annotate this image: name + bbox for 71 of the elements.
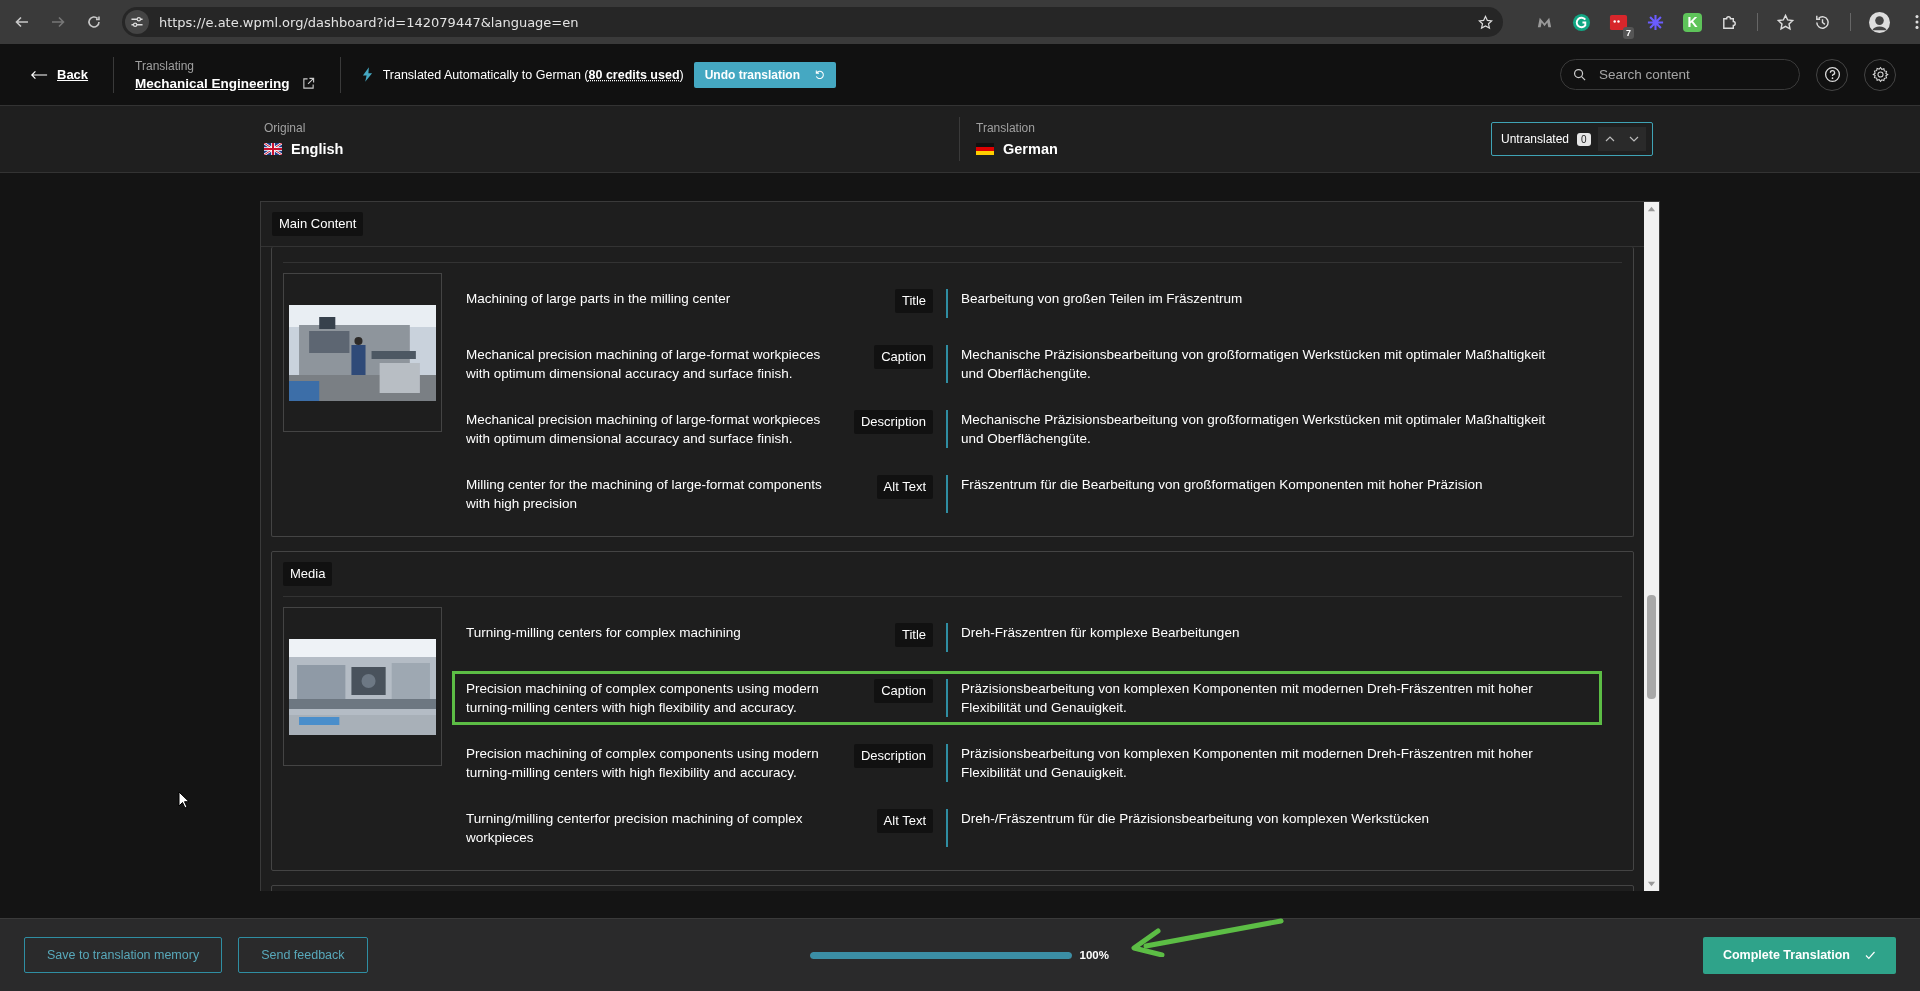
- translation-text[interactable]: Präzisionsbearbeitung von komplexen Komponenten mit modernen Dreh-Fräszentren mit hoher Flexibilität und Genauigkeit.: [948, 679, 1588, 717]
- flag-icon: [976, 143, 994, 155]
- field-label: Caption: [874, 345, 933, 369]
- source-text: Milling center for the machining of large-format components with high precision: [466, 476, 823, 513]
- target-language: German: [1003, 141, 1058, 157]
- source-text: Machining of large parts in the milling center: [466, 290, 732, 308]
- source-text: Turning/milling centerfor precision machining of complex workpieces: [466, 810, 804, 847]
- back-link[interactable]: Back: [30, 67, 89, 82]
- next-button[interactable]: [1621, 127, 1646, 151]
- source-language: English: [291, 141, 344, 157]
- site-settings-icon[interactable]: [124, 10, 149, 34]
- translation-text[interactable]: Fräszentrum für die Bearbeitung von großformatigen Komponenten mit hoher Präzision: [948, 475, 1588, 513]
- reload-icon[interactable]: [85, 14, 102, 30]
- address-bar[interactable]: https://e.ate.wpml.org/dashboard?id=142079447&language=en: [121, 7, 1503, 37]
- translation-text[interactable]: Mechanische Präzisionsbearbeitung von großformatigen Werkstücken mit optimaler Maßhaltigkeit und Oberflächengüte.: [948, 410, 1588, 448]
- help-icon: [1823, 66, 1841, 83]
- bookmarks-star-icon[interactable]: [1776, 12, 1795, 32]
- extension-icon[interactable]: [1572, 12, 1591, 32]
- field-label: Caption: [874, 679, 933, 703]
- translating-label: Translating: [135, 58, 195, 73]
- star-icon[interactable]: [1478, 14, 1493, 30]
- translation-text[interactable]: Bearbeitung von großen Teilen im Fräszentrum: [948, 289, 1588, 318]
- translation-status: Translated Automatically to German (80 credits used): [382, 67, 684, 82]
- source-text: Mechanical precision machining of large-format workpieces with optimum dimensional accuracy and surface finish.: [466, 346, 822, 383]
- extension-icon[interactable]: [1609, 12, 1628, 32]
- back-icon[interactable]: [14, 14, 30, 30]
- untranslated-label: Untranslated: [1501, 132, 1570, 146]
- feedback-button[interactable]: Send feedback: [238, 937, 368, 973]
- scrollbar[interactable]: [1644, 202, 1659, 891]
- translation-text[interactable]: Mechanische Präzisionsbearbeitung von großformatigen Werkstücken mit optimaler Maßhaltigkeit und Oberflächengüte.: [948, 345, 1588, 383]
- field-label: Title: [894, 623, 933, 647]
- project-link[interactable]: Mechanical Engineering: [135, 75, 290, 91]
- url-text: https://e.ate.wpml.org/dashboard?id=142079447&language=en: [158, 14, 580, 30]
- source-text: Turning-milling centers for complex machining: [466, 624, 742, 642]
- section-title: Main Content: [272, 212, 364, 236]
- translation-text[interactable]: Präzisionsbearbeitung von komplexen Komponenten mit modernen Dreh-Fräszentren mit hoher Flexibilität und Genauigkeit.: [948, 744, 1588, 782]
- untranslated-count: 0: [1577, 132, 1591, 146]
- previous-button[interactable]: [1597, 127, 1622, 151]
- translation-text[interactable]: Dreh-Fräszentren für komplexe Bearbeitungen: [948, 623, 1588, 652]
- field-label: Alt Text: [876, 475, 933, 499]
- source-text: Mechanical precision machining of large-format workpieces with optimum dimensional accuracy and surface finish.: [466, 411, 822, 448]
- search-field[interactable]: Search content: [1560, 59, 1800, 90]
- external-link-icon[interactable]: [301, 76, 315, 90]
- progress-percentage: 100%: [1079, 949, 1109, 961]
- field-label: Description: [853, 744, 933, 768]
- translation-row[interactable]: Turning/milling centerfor precision machining of complex workpieces Alt Text Dreh-/Fräszentrum für die Präzisionsbearbeitung von komplexen Werkstücken: [452, 801, 1602, 855]
- translation-text[interactable]: Dreh-/Fräszentrum für die Präzisionsbearbeitung von komplexen Werkstücken: [948, 809, 1588, 847]
- cursor-icon: [178, 791, 190, 809]
- source-text: Precision machining of complex components using modern turning-milling centers with high flexibility and accuracy.: [466, 680, 820, 717]
- field-label: Alt Text: [876, 809, 933, 833]
- field-label: Title: [894, 289, 933, 313]
- translation-row[interactable]: Machining of large parts in the milling center Title Bearbeitung von großen Teilen im Fräszentrum: [452, 281, 1602, 326]
- translation-row[interactable]: [452, 671, 1602, 725]
- field-label: Description: [853, 410, 933, 434]
- undo-icon: [814, 69, 826, 80]
- settings-icon: [1871, 66, 1889, 83]
- save-memory-button[interactable]: Save to translation memory: [24, 937, 223, 973]
- scroll-thumb[interactable]: [1647, 595, 1656, 699]
- menu-icon[interactable]: [1914, 13, 1920, 31]
- check-icon: [1864, 949, 1876, 961]
- translation-row[interactable]: Turning-milling centers for complex machining Title Dreh-Fräszentren für komplexe Bearbeitungen: [452, 615, 1602, 660]
- arrow-left-icon: [30, 69, 48, 80]
- translation-label: Translation: [976, 121, 1036, 135]
- search-icon: [1573, 68, 1586, 81]
- flag-icon: [264, 143, 282, 155]
- original-label: Original: [264, 121, 307, 135]
- card-title: Media: [283, 562, 333, 586]
- lightning-icon: [361, 67, 373, 82]
- translation-row[interactable]: Milling center for the machining of large-format components with high precision Alt Text Fräszentrum für die Bearbeitung von großformatigen Komponenten mit hoher Präzision: [452, 467, 1602, 521]
- avatar-icon[interactable]: [1869, 11, 1890, 33]
- source-text: Precision machining of complex components using modern turning-milling centers with high flexibility and accuracy.: [466, 745, 820, 782]
